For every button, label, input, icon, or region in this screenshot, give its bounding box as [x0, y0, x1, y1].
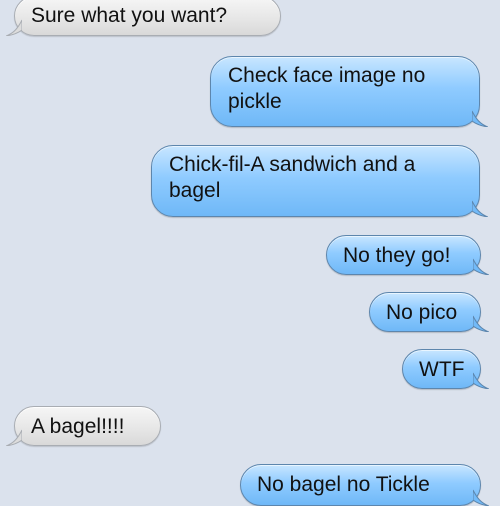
- message-text-line: Check face image no: [228, 64, 426, 87]
- bubble-tail-icon: [472, 109, 488, 127]
- bubble-tail-icon: [473, 371, 489, 389]
- message-text-line: pickle: [228, 90, 282, 113]
- message-text-line: Chick-fil-A sandwich and a: [169, 153, 416, 176]
- received-message-bubble[interactable]: Sure what you want?: [6, 0, 281, 36]
- message-thread: Sure what you want? Check face image no …: [0, 0, 500, 506]
- sent-message-bubble[interactable]: No they go!: [326, 235, 489, 275]
- sent-message-bubble[interactable]: No pico: [369, 292, 489, 332]
- bubble-tail-icon: [6, 428, 22, 446]
- message-text-line: WTF: [419, 358, 465, 381]
- message-text-line: No pico: [386, 301, 458, 324]
- bubble-tail-icon: [473, 314, 489, 332]
- message-text-line: No they go!: [343, 244, 451, 267]
- bubble-tail-icon: [473, 257, 489, 275]
- message-text-line: No bagel no Tickle: [257, 473, 430, 496]
- sent-message-bubble[interactable]: Check face image no pickle: [210, 56, 488, 127]
- message-text-line: A bagel!!!!: [31, 415, 125, 438]
- sent-message-bubble[interactable]: Chick-fil-A sandwich and a bagel: [151, 145, 488, 217]
- message-text-line: bagel: [169, 179, 221, 202]
- message-text-line: Sure what you want?: [31, 4, 228, 27]
- bubble-tail-icon: [6, 18, 22, 36]
- bubble-tail-icon: [473, 488, 489, 506]
- sent-message-bubble[interactable]: WTF: [402, 349, 489, 389]
- received-message-bubble[interactable]: A bagel!!!!: [6, 406, 161, 446]
- bubble-tail-icon: [472, 199, 488, 217]
